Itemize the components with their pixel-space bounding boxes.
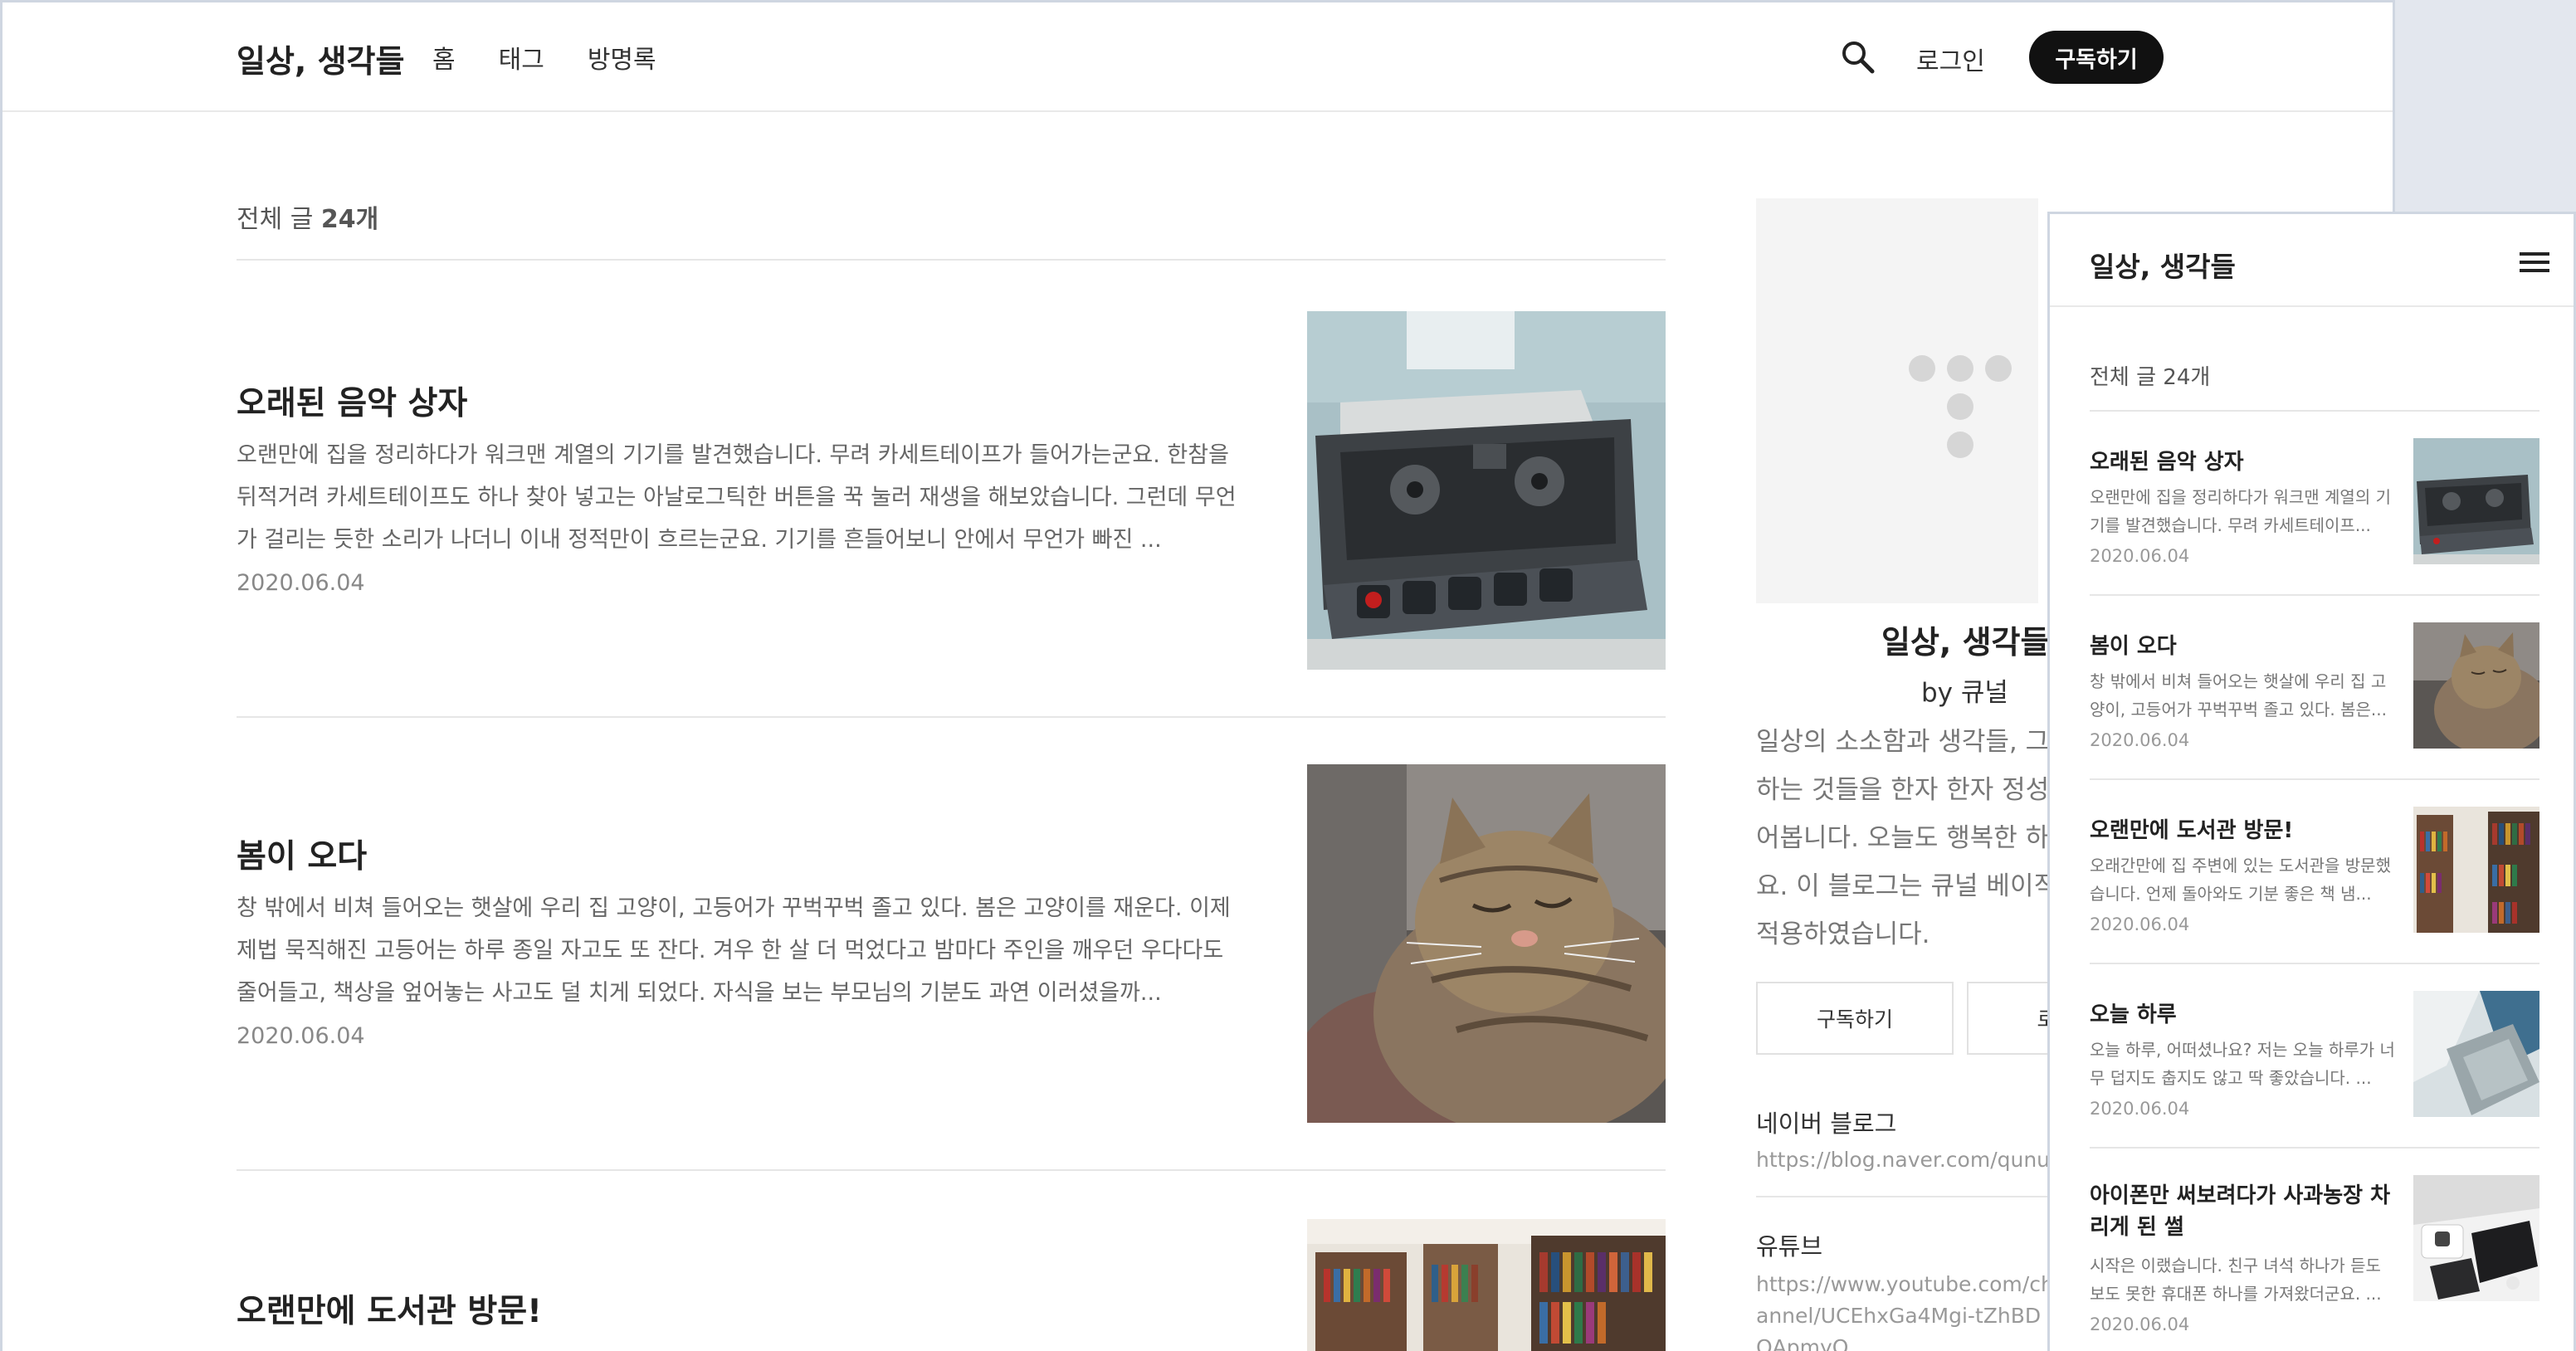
post-count: 전체 글 24개 <box>237 205 379 234</box>
link-label-youtube: 유튜브 <box>1756 1232 1823 1261</box>
sleeping-cat-thumb[interactable] <box>2413 622 2539 749</box>
post-item[interactable]: 오랜만에 도서관 방문! <box>237 1219 1666 1351</box>
mobile-post-date: 2020.06.04 <box>2090 914 2190 934</box>
library-photo[interactable] <box>1307 1219 1666 1351</box>
post-item[interactable]: 오래된 음악 상자 오랜만에 집을 정리하다가 워크맨 계열의 기기를 발견했습… <box>237 311 1666 718</box>
mobile-post-item[interactable]: 오래된 음악 상자 오랜만에 집을 정리하다가 워크맨 계열의 기기를 발견했습… <box>2090 438 2539 621</box>
mobile-blog-logo[interactable]: 일상, 생각들 <box>2090 245 2236 285</box>
mobile-post-excerpt: 오랜만에 집을 정리하다가 워크맨 계열의 기기를 발견했습니다. 무려 카세트… <box>2090 487 2391 535</box>
blog-logo[interactable]: 일상, 생각들 <box>237 36 404 81</box>
divider <box>237 259 1666 261</box>
nav-tags[interactable]: 태그 <box>499 39 544 76</box>
divider <box>1756 1196 2088 1197</box>
mobile-post-excerpt: 오늘 하루, 어떠셨나요? 저는 오늘 하루가 너무 덥지도 춥지도 않고 딱 … <box>2090 1040 2395 1088</box>
main-nav: 홈 태그 방명록 <box>432 39 656 76</box>
post-date: 2020.06.04 <box>237 570 365 596</box>
mobile-post-excerpt: 오래간만에 집 주변에 있는 도서관을 방문했습니다. 언제 돌아와도 기분 좋… <box>2090 856 2391 904</box>
cassette-player-photo[interactable] <box>1307 311 1666 670</box>
mobile-post-item[interactable]: 봄이 오다 창 밖에서 비쳐 들어오는 햇살에 우리 집 고양이, 고등어가 꾸… <box>2090 622 2539 805</box>
divider <box>2090 963 2539 964</box>
post-title[interactable]: 봄이 오다 <box>237 831 367 877</box>
mobile-post-item[interactable]: 오랜만에 도서관 방문! 오래간만에 집 주변에 있는 도서관을 방문했습니다.… <box>2090 807 2539 989</box>
mobile-post-date: 2020.06.04 <box>2090 1099 2190 1119</box>
divider <box>2090 778 2539 780</box>
nav-guestbook[interactable]: 방명록 <box>588 39 656 76</box>
mobile-post-count: 전체 글 24개 <box>2090 365 2211 390</box>
search-icon[interactable] <box>1840 39 1876 76</box>
profile-image <box>1756 198 2038 603</box>
mobile-post-title[interactable]: 오래된 음악 상자 <box>2090 446 2405 478</box>
mobile-post-date: 2020.06.04 <box>2090 546 2190 566</box>
sidebar-author: by 큐널 <box>1921 678 2008 708</box>
mobile-post-item[interactable]: 아이폰만 써보려다가 사과농장 차리게 된 썰 시작은 이랬습니다. 친구 녀석… <box>2090 1175 2539 1351</box>
desk-items-thumb[interactable] <box>2413 991 2539 1117</box>
mobile-view: 일상, 생각들 전체 글 24개 오래된 음악 상자 오랜만에 집을 정리하다가… <box>2047 212 2576 1351</box>
divider <box>237 716 1666 718</box>
link-url-youtube[interactable]: https://www.youtube.com/channel/UCEhxGa4… <box>1756 1269 2055 1351</box>
mobile-header: 일상, 생각들 <box>2050 214 2574 307</box>
mobile-post-date: 2020.06.04 <box>2090 1314 2190 1334</box>
mobile-post-title[interactable]: 오늘 하루 <box>2090 999 2405 1031</box>
top-navigation: 일상, 생각들 홈 태그 방명록 로그인 구독하기 <box>2 2 2393 112</box>
sidebar-subscribe-button[interactable]: 구독하기 <box>1756 982 1954 1055</box>
divider <box>237 1169 1666 1171</box>
library-thumb[interactable] <box>2413 807 2539 933</box>
mobile-post-item[interactable]: 오늘 하루 오늘 하루, 어떠셨나요? 저는 오늘 하루가 너무 덥지도 춥지도… <box>2090 991 2539 1173</box>
apple-devices-thumb[interactable] <box>2413 1175 2539 1301</box>
post-title[interactable]: 오래된 음악 상자 <box>237 378 467 424</box>
mobile-post-date: 2020.06.04 <box>2090 730 2190 750</box>
divider <box>2090 1147 2539 1149</box>
post-item[interactable]: 봄이 오다 창 밖에서 비쳐 들어오는 햇살에 우리 집 고양이, 고등어가 꾸… <box>237 764 1666 1171</box>
post-excerpt: 오랜만에 집을 정리하다가 워크맨 계열의 기기를 발견했습니다. 무려 카세트… <box>237 442 1237 553</box>
sidebar-blog-name: 일상, 생각들 <box>1881 624 2050 661</box>
link-url-naver[interactable]: https://blog.naver.com/qunul <box>1756 1144 2056 1176</box>
divider <box>2090 594 2539 596</box>
nav-home[interactable]: 홈 <box>432 39 456 76</box>
divider <box>2090 410 2539 412</box>
post-date: 2020.06.04 <box>237 1023 365 1049</box>
mobile-post-title[interactable]: 오랜만에 도서관 방문! <box>2090 815 2405 846</box>
post-title[interactable]: 오랜만에 도서관 방문! <box>237 1285 542 1332</box>
mobile-post-excerpt: 시작은 이랬습니다. 친구 녀석 하나가 듣도 보도 못한 휴대폰 하나를 가져… <box>2090 1256 2382 1304</box>
hamburger-menu-icon[interactable] <box>2520 251 2549 274</box>
link-label-naver: 네이버 블로그 <box>1756 1110 1897 1138</box>
login-link[interactable]: 로그인 <box>1916 41 1985 77</box>
mobile-post-title[interactable]: 봄이 오다 <box>2090 631 2405 662</box>
cassette-player-thumb[interactable] <box>2413 438 2539 564</box>
subscribe-button[interactable]: 구독하기 <box>2029 31 2164 84</box>
desktop-view: 일상, 생각들 홈 태그 방명록 로그인 구독하기 전체 글 24개 오래된 음… <box>0 0 2395 1351</box>
post-excerpt: 창 밖에서 비쳐 들어오는 햇살에 우리 집 고양이, 고등어가 꾸벅꾸벅 졸고… <box>237 895 1231 1006</box>
sleeping-cat-photo[interactable] <box>1307 764 1666 1123</box>
mobile-post-excerpt: 창 밖에서 비쳐 들어오는 햇살에 우리 집 고양이, 고등어가 꾸벅꾸벅 졸고… <box>2090 671 2387 719</box>
mobile-post-title[interactable]: 아이폰만 써보려다가 사과농장 차리게 된 썰 <box>2090 1180 2405 1243</box>
post-count-value: 24개 <box>320 205 379 234</box>
